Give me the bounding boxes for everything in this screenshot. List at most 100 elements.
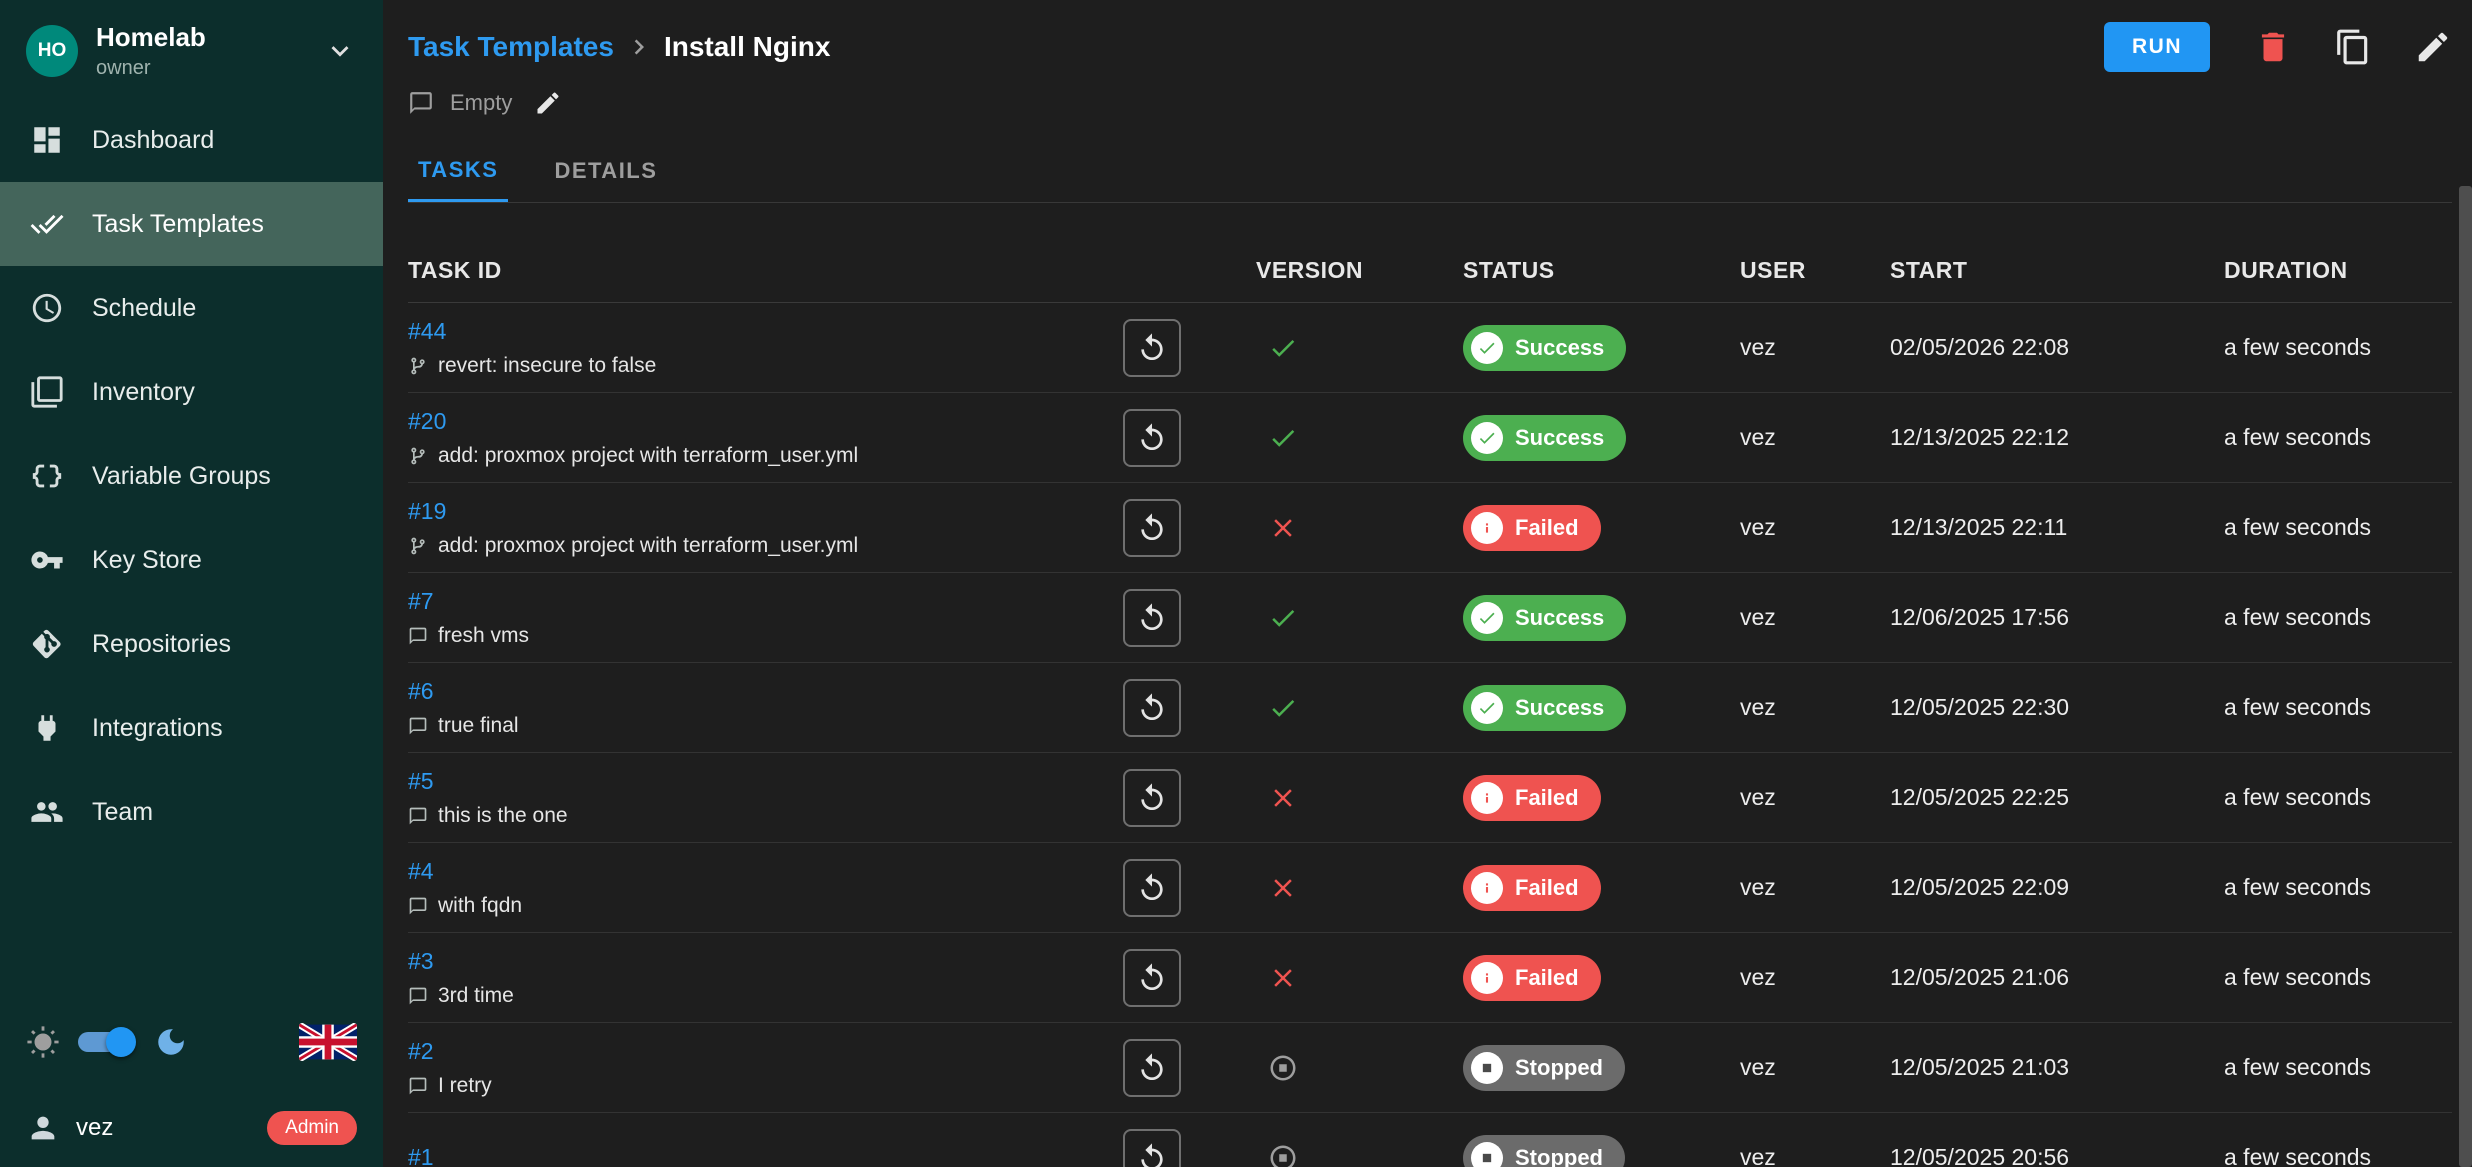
task-id-link[interactable]: #3: [408, 948, 434, 975]
task-user: vez: [1740, 1144, 1890, 1167]
task-user: vez: [1740, 514, 1890, 541]
col-duration: DURATION: [2224, 257, 2452, 284]
key-icon: [30, 543, 64, 577]
task-message: revert: insecure to false: [408, 354, 656, 378]
replay-icon: [1136, 962, 1168, 994]
run-button[interactable]: RUN: [2104, 22, 2210, 72]
task-duration: a few seconds: [2224, 694, 2452, 721]
sidebar-item-integrations[interactable]: Integrations: [0, 686, 383, 770]
task-user: vez: [1740, 334, 1890, 361]
task-start: 12/05/2025 22:30: [1890, 694, 2224, 721]
rerun-button[interactable]: [1123, 949, 1181, 1007]
moon-icon: [154, 1025, 188, 1059]
tab-tasks[interactable]: TASKS: [408, 140, 508, 202]
task-user: vez: [1740, 964, 1890, 991]
rerun-button[interactable]: [1123, 409, 1181, 467]
breadcrumb-task-templates[interactable]: Task Templates: [408, 31, 614, 63]
git-branch-icon: [408, 356, 428, 376]
git-branch-icon: [408, 536, 428, 556]
username: vez: [76, 1114, 113, 1142]
chevron-right-icon: [624, 32, 654, 62]
table-row: #2 I retry Stopped vez 12/05/2025 21:03 …: [408, 1023, 2452, 1113]
rerun-button[interactable]: [1123, 769, 1181, 827]
table-row: #7 fresh vms Success vez 12/06/2025 17:5…: [408, 573, 2452, 663]
chevron-down-icon[interactable]: [323, 34, 357, 68]
chat-icon: [408, 716, 428, 736]
sidebar-item-schedule[interactable]: Schedule: [0, 266, 383, 350]
tab-details[interactable]: DETAILS: [544, 140, 667, 202]
edit-description-icon[interactable]: [534, 89, 562, 117]
rerun-button[interactable]: [1123, 589, 1181, 647]
status-success-icon: [1477, 338, 1497, 358]
sidebar-item-inventory[interactable]: Inventory: [0, 350, 383, 434]
sidebar-item-key-store[interactable]: Key Store: [0, 518, 383, 602]
task-id-link[interactable]: #4: [408, 858, 434, 885]
task-message-text: revert: insecure to false: [438, 354, 656, 378]
sidebar-item-label: Schedule: [92, 294, 196, 323]
task-start: 12/06/2025 17:56: [1890, 604, 2224, 631]
status-badge: Success: [1463, 325, 1626, 371]
task-start: 12/13/2025 22:12: [1890, 424, 2224, 451]
task-start: 12/05/2025 20:56: [1890, 1144, 2224, 1167]
task-duration: a few seconds: [2224, 514, 2452, 541]
user-menu[interactable]: vez Admin: [26, 1111, 357, 1145]
task-id-link[interactable]: #19: [408, 498, 446, 525]
col-status: STATUS: [1463, 257, 1740, 284]
sidebar-item-variable-groups[interactable]: Variable Groups: [0, 434, 383, 518]
edit-icon[interactable]: [2414, 28, 2452, 66]
task-duration: a few seconds: [2224, 874, 2452, 901]
chat-icon: [408, 806, 428, 826]
sidebar-item-label: Dashboard: [92, 126, 214, 155]
task-message-text: fresh vms: [438, 624, 529, 648]
task-id-link[interactable]: #1: [408, 1144, 434, 1167]
task-id-link[interactable]: #5: [408, 768, 434, 795]
copy-icon[interactable]: [2334, 28, 2372, 66]
task-duration: a few seconds: [2224, 964, 2452, 991]
rerun-button[interactable]: [1123, 859, 1181, 917]
task-id-link[interactable]: #6: [408, 678, 434, 705]
task-id-link[interactable]: #44: [408, 318, 446, 345]
rerun-button[interactable]: [1123, 679, 1181, 737]
task-duration: a few seconds: [2224, 1054, 2452, 1081]
description-chat-icon: [408, 90, 434, 116]
task-id-link[interactable]: #2: [408, 1038, 434, 1065]
sidebar-footer: vez Admin: [0, 1023, 383, 1167]
version-failed-icon: [1268, 963, 1298, 993]
sidebar-item-task-templates[interactable]: Task Templates: [0, 182, 383, 266]
uk-flag-icon[interactable]: [299, 1023, 357, 1061]
project-switcher[interactable]: HO Homelab owner: [0, 0, 383, 98]
rerun-button[interactable]: [1123, 499, 1181, 557]
task-message: with fqdn: [408, 894, 522, 918]
task-start: 12/05/2025 22:25: [1890, 784, 2224, 811]
rerun-button[interactable]: [1123, 319, 1181, 377]
task-user: vez: [1740, 784, 1890, 811]
task-start: 12/05/2025 22:09: [1890, 874, 2224, 901]
sidebar-item-team[interactable]: Team: [0, 770, 383, 854]
chat-icon: [408, 896, 428, 916]
scrollbar[interactable]: [2459, 186, 2472, 1167]
replay-icon: [1136, 692, 1168, 724]
task-message-text: add: proxmox project with terraform_user…: [438, 534, 858, 558]
task-message-text: I retry: [438, 1074, 492, 1098]
people-icon: [30, 795, 64, 829]
status-success-icon: [1477, 428, 1497, 448]
version-success-icon: [1268, 423, 1298, 453]
template-description: Empty: [450, 90, 512, 116]
dark-mode-toggle[interactable]: [78, 1026, 132, 1058]
version-failed-icon: [1268, 783, 1298, 813]
rerun-button[interactable]: [1123, 1039, 1181, 1097]
sidebar-menu: Dashboard Task Templates Schedule Invent…: [0, 98, 383, 854]
sidebar-item-repositories[interactable]: Repositories: [0, 602, 383, 686]
chat-icon: [408, 986, 428, 1006]
sidebar-item-dashboard[interactable]: Dashboard: [0, 98, 383, 182]
task-id-link[interactable]: #7: [408, 588, 434, 615]
status-badge: Stopped: [1463, 1135, 1625, 1167]
rerun-button[interactable]: [1123, 1129, 1181, 1167]
status-failed-icon: [1477, 878, 1497, 898]
task-user: vez: [1740, 694, 1890, 721]
delete-icon[interactable]: [2254, 28, 2292, 66]
task-id-link[interactable]: #20: [408, 408, 446, 435]
status-badge: Success: [1463, 595, 1626, 641]
table-row: #44 revert: insecure to false Success ve…: [408, 303, 2452, 393]
sidebar-item-label: Task Templates: [92, 210, 264, 239]
